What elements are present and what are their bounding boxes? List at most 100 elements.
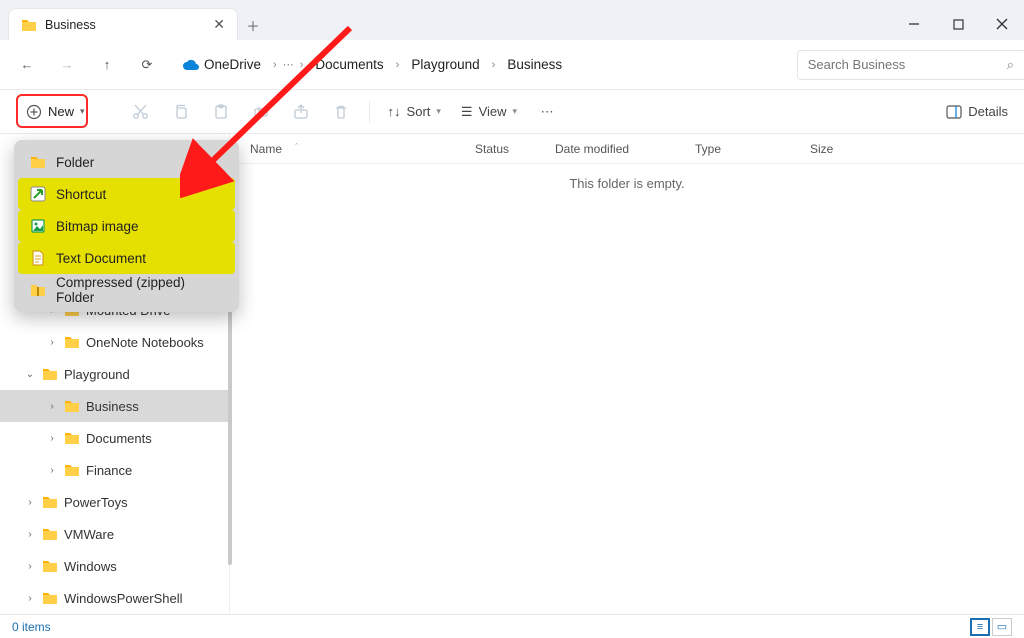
folder-icon: [42, 494, 58, 510]
close-tab-icon[interactable]: ✕: [213, 16, 225, 33]
column-headers: Name＾ Status Date modified Type Size: [230, 134, 1024, 164]
close-button[interactable]: [980, 8, 1024, 40]
col-status[interactable]: Status: [475, 142, 555, 156]
dropdown-item[interactable]: Bitmap image: [18, 210, 235, 242]
minimize-button[interactable]: [892, 8, 936, 40]
onedrive-icon: [182, 59, 200, 71]
shortcut-icon: [30, 186, 46, 202]
col-size[interactable]: Size: [810, 142, 890, 156]
tree-twisty-icon[interactable]: ›: [24, 561, 36, 572]
tree-item[interactable]: › Finance: [0, 454, 229, 486]
sort-button[interactable]: ↑↓ Sort ▾: [380, 100, 449, 123]
chevron-right-icon: ›: [273, 59, 277, 71]
paste-button[interactable]: [203, 96, 239, 128]
tree-label: Finance: [86, 463, 132, 478]
sidebar-scrollbar[interactable]: [228, 285, 232, 565]
sort-indicator-icon: ＾: [292, 142, 301, 155]
bitmap-icon: [30, 218, 46, 234]
new-button[interactable]: New ▾: [16, 100, 95, 124]
chevron-right-icon: ›: [396, 59, 400, 71]
rename-button[interactable]: [243, 96, 279, 128]
tree-twisty-icon[interactable]: ›: [46, 465, 58, 476]
search-icon[interactable]: ⌕: [1007, 57, 1014, 73]
dropdown-label: Text Document: [56, 251, 146, 266]
address-bar: ← → ↑ ⟳ OneDrive › ⋯ › Documents › Playg…: [0, 40, 1024, 90]
folder-icon: [30, 154, 46, 170]
tree-twisty-icon[interactable]: ›: [46, 337, 58, 348]
tree-label: OneNote Notebooks: [86, 335, 204, 350]
col-type[interactable]: Type: [695, 142, 810, 156]
crumb-business[interactable]: Business: [501, 53, 568, 76]
dropdown-item[interactable]: Folder: [18, 146, 235, 178]
cut-button[interactable]: [123, 96, 159, 128]
chevron-down-icon: ▾: [436, 106, 441, 117]
plus-circle-icon: [26, 104, 42, 120]
details-pane-icon: [946, 105, 962, 119]
tree-label: Playground: [64, 367, 130, 382]
tree-item[interactable]: ⌄ Playground: [0, 358, 229, 390]
folder-icon: [64, 334, 80, 350]
tab-title: Business: [45, 18, 205, 32]
maximize-button[interactable]: [936, 8, 980, 40]
search-input[interactable]: [797, 50, 1024, 80]
col-date[interactable]: Date modified: [555, 142, 695, 156]
crumb-playground[interactable]: Playground: [405, 53, 485, 76]
details-button[interactable]: Details: [946, 104, 1008, 119]
content-pane: Name＾ Status Date modified Type Size Thi…: [230, 134, 1024, 614]
share-button[interactable]: [283, 96, 319, 128]
text-icon: [30, 250, 46, 266]
copy-button[interactable]: [163, 96, 199, 128]
window-controls: [892, 8, 1024, 40]
toolbar: New ▾ ↑↓ Sort ▾ ☰ View ▾ ⋯ Details: [0, 90, 1024, 134]
thumbnails-view-toggle[interactable]: ▭: [992, 618, 1012, 636]
tree-twisty-icon[interactable]: ›: [46, 401, 58, 412]
new-label: New: [48, 104, 74, 119]
folder-icon: [42, 366, 58, 382]
sort-icon: ↑↓: [388, 104, 401, 119]
col-name[interactable]: Name＾: [250, 142, 475, 156]
tree-twisty-icon[interactable]: ⌄: [24, 369, 36, 380]
window-tab[interactable]: Business ✕: [8, 8, 238, 40]
tree-item[interactable]: › VMWare: [0, 518, 229, 550]
status-bar: 0 items ≡ ▭: [0, 614, 1024, 638]
view-button[interactable]: ☰ View ▾: [453, 100, 525, 124]
new-tab-button[interactable]: ＋: [238, 10, 268, 40]
tree-item[interactable]: ›Windows: [0, 550, 229, 582]
tree-item[interactable]: › OneNote Notebooks: [0, 326, 229, 358]
tree-label: WindowsPowerShell: [64, 591, 183, 606]
chevron-down-icon: ▾: [80, 106, 85, 117]
delete-button[interactable]: [323, 96, 359, 128]
chevron-right-icon: ›: [492, 59, 496, 71]
tree-twisty-icon[interactable]: ›: [46, 433, 58, 444]
folder-icon: [64, 430, 80, 446]
crumb-documents[interactable]: Documents: [309, 53, 389, 76]
refresh-button[interactable]: ⟳: [130, 48, 164, 82]
details-view-toggle[interactable]: ≡: [970, 618, 990, 636]
dropdown-item[interactable]: Shortcut: [18, 178, 235, 210]
overflow-icon[interactable]: ⋯: [283, 58, 294, 71]
breadcrumb[interactable]: OneDrive › ⋯ › Documents › Playground › …: [170, 53, 791, 76]
up-button[interactable]: ↑: [90, 48, 124, 82]
tree-label: VMWare: [64, 527, 114, 542]
tree-twisty-icon[interactable]: ›: [24, 497, 36, 508]
tree-twisty-icon[interactable]: ›: [24, 593, 36, 604]
back-button[interactable]: ←: [10, 48, 44, 82]
chevron-right-icon: ›: [300, 59, 304, 71]
more-button[interactable]: ⋯: [529, 96, 565, 128]
tree-item[interactable]: › PowerToys: [0, 486, 229, 518]
tree-item[interactable]: › WindowsPowerShell: [0, 582, 229, 614]
dropdown-label: Shortcut: [56, 187, 106, 202]
dropdown-item[interactable]: Compressed (zipped) Folder: [18, 274, 235, 306]
folder-tree: ›Mounted Drive›OneNote Notebooks⌄Playgro…: [0, 294, 229, 614]
tree-item[interactable]: ›Documents: [0, 422, 229, 454]
titlebar: Business ✕ ＋: [0, 0, 1024, 40]
forward-button[interactable]: →: [50, 48, 84, 82]
folder-icon: [42, 526, 58, 542]
tree-label: PowerToys: [64, 495, 128, 510]
dropdown-item[interactable]: Text Document: [18, 242, 235, 274]
crumb-onedrive[interactable]: OneDrive: [176, 53, 267, 76]
tree-twisty-icon[interactable]: ›: [24, 529, 36, 540]
folder-icon: [64, 462, 80, 478]
folder-icon: [21, 17, 37, 33]
tree-item[interactable]: ›Business: [0, 390, 229, 422]
